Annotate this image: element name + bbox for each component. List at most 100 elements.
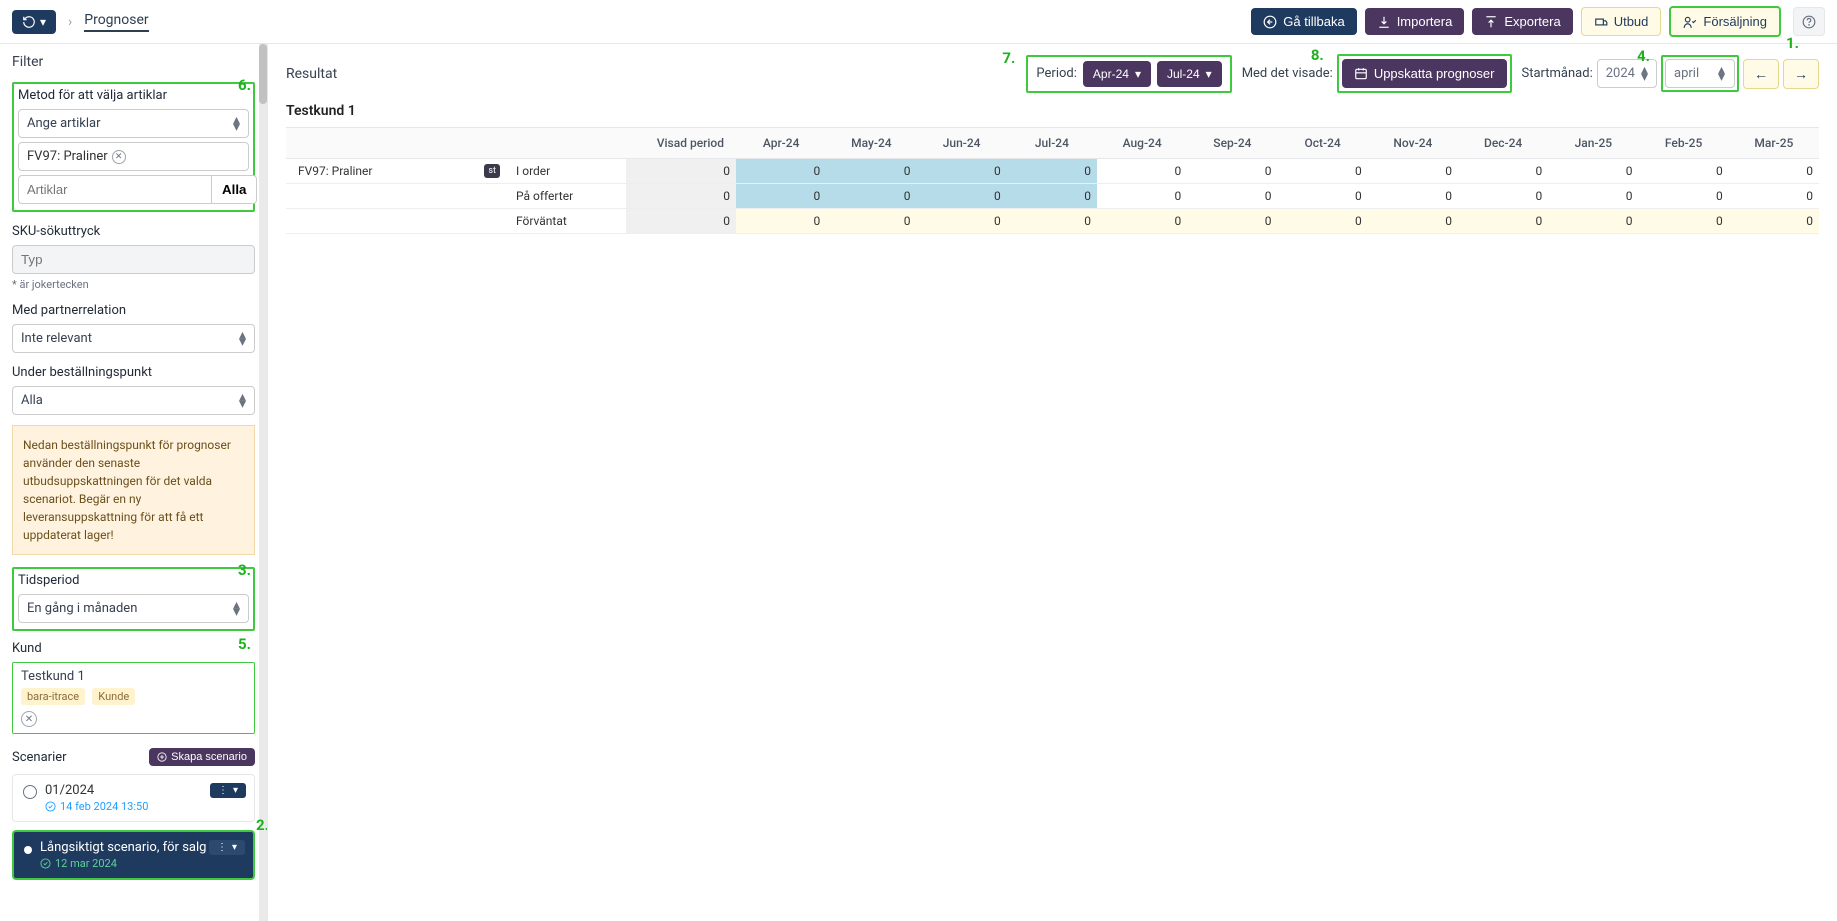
partner-value: Inte relevant — [21, 331, 92, 346]
grid-cell: 0 — [1007, 159, 1097, 184]
estimate-forecast-button[interactable]: Uppskatta prognoser — [1342, 59, 1507, 88]
grid-cell[interactable]: 0 — [1278, 209, 1368, 234]
grid-article-cell: FV97: Praliner st — [286, 159, 506, 184]
grid-cell: 0 — [1278, 159, 1368, 184]
filter-heading: Filter — [12, 54, 255, 70]
grid-cell: 0 — [1097, 159, 1187, 184]
grid-cell: 0 — [1458, 184, 1548, 209]
grid-cell: 0 — [1729, 159, 1819, 184]
grid-cell-visad: 0 — [626, 159, 736, 184]
prev-month-button[interactable]: ← — [1743, 59, 1779, 89]
period-to-button[interactable]: Jul-24 ▾ — [1157, 61, 1222, 87]
grid-cell: 0 — [1639, 159, 1729, 184]
go-back-button[interactable]: Gå tillbaka — [1251, 8, 1356, 35]
sidebar-scrollbar[interactable] — [259, 44, 267, 921]
alla-button[interactable]: Alla — [211, 175, 257, 204]
sales-button[interactable]: Försäljning — [1669, 6, 1781, 37]
year-value: 2024 — [1606, 66, 1635, 81]
grid-cell[interactable]: 0 — [736, 209, 826, 234]
next-month-button[interactable]: → — [1783, 59, 1819, 89]
create-scenario-label: Skapa scenario — [171, 751, 247, 763]
callout-7: 7. — [1002, 49, 1015, 67]
below-value: Alla — [21, 393, 43, 408]
grid-cell: 0 — [917, 184, 1007, 209]
scenario-item-2-selected[interactable]: Långsiktigt scenario, för salg 12 mar 20… — [12, 830, 255, 880]
month-select[interactable]: april ▴▾ — [1665, 59, 1735, 88]
supply-button[interactable]: Utbud — [1581, 7, 1662, 36]
grid-cell[interactable]: 0 — [917, 209, 1007, 234]
result-heading: Resultat — [286, 66, 337, 82]
radio-selected-icon — [24, 846, 32, 854]
import-button[interactable]: Importera — [1365, 8, 1465, 35]
month-highlight: april ▴▾ — [1661, 55, 1739, 92]
updown-icon: ▴▾ — [1718, 67, 1725, 81]
grid-cell: 0 — [1729, 184, 1819, 209]
scenario-1-menu[interactable]: ⋮ ▾ — [210, 783, 246, 798]
scenarios-label: Scenarier — [12, 750, 67, 765]
grid-header-blank — [506, 128, 626, 159]
kund-remove-icon[interactable]: ✕ — [21, 711, 37, 727]
artiklar-input[interactable] — [18, 175, 211, 204]
kund-tag-1: bara-itrace — [21, 688, 85, 705]
export-button[interactable]: Exportera — [1472, 8, 1572, 35]
article-unit-badge: st — [484, 164, 500, 178]
grid-cell: 0 — [826, 159, 916, 184]
grid-cell-visad: 0 — [626, 209, 736, 234]
grid-cell[interactable]: 0 — [1007, 209, 1097, 234]
grid-cell: 0 — [1187, 159, 1277, 184]
scenario-item-1[interactable]: 01/2024 14 feb 2024 13:50 ⋮ ▾ — [12, 774, 255, 822]
partner-select[interactable]: Inte relevant ▴▾ — [12, 324, 255, 353]
method-value: Ange artiklar — [27, 116, 101, 131]
period-label: Period: — [1036, 66, 1076, 81]
callout-4: 4. — [1637, 47, 1650, 65]
period-to-label: Jul-24 — [1167, 67, 1200, 81]
period-from-button[interactable]: Apr-24 ▾ — [1083, 61, 1151, 87]
grid-cell: 0 — [1368, 159, 1458, 184]
kund-tag-2: Kunde — [92, 688, 135, 705]
sidebar-scrollbar-thumb[interactable] — [259, 44, 267, 104]
updown-icon: ▴▾ — [233, 602, 240, 616]
method-select[interactable]: Ange artiklar ▴▾ — [18, 109, 249, 138]
grid-cell: 0 — [1368, 184, 1458, 209]
grid-cell[interactable]: 0 — [1187, 209, 1277, 234]
article-name: FV97: Praliner — [298, 164, 372, 178]
med-label: Med det visade: — [1242, 66, 1333, 81]
grid-cell[interactable]: 0 — [1458, 209, 1548, 234]
below-select[interactable]: Alla ▴▾ — [12, 386, 255, 415]
history-back-button[interactable]: ▾ — [12, 10, 56, 34]
grid-cell: 0 — [736, 184, 826, 209]
grid-cell[interactable]: 0 — [1548, 209, 1638, 234]
grid-row-label: Förväntat — [506, 209, 626, 234]
grid-header-month: Aug-24 — [1097, 128, 1187, 159]
grid-header-month: Dec-24 — [1458, 128, 1548, 159]
article-tag-label: FV97: Praliner — [27, 149, 108, 164]
grid-cell: 0 — [1548, 184, 1638, 209]
remove-article-icon[interactable]: ✕ — [112, 150, 126, 164]
timeperiod-select[interactable]: En gång i månaden ▴▾ — [18, 594, 249, 623]
kund-select-box[interactable]: Testkund 1 bara-itrace Kunde ✕ — [12, 662, 255, 734]
grid-cell: 0 — [917, 159, 1007, 184]
grid-cell: 0 — [1278, 184, 1368, 209]
sku-input[interactable] — [12, 245, 255, 274]
grid-cell[interactable]: 0 — [1639, 209, 1729, 234]
grid-header-month: Jun-24 — [917, 128, 1007, 159]
chevron-down-icon: ▾ — [40, 15, 46, 29]
grid-cell[interactable]: 0 — [826, 209, 916, 234]
grid-cell[interactable]: 0 — [1729, 209, 1819, 234]
page-title: Prognoser — [84, 12, 148, 32]
customer-heading: Testkund 1 — [286, 103, 1819, 119]
grid-cell: 0 — [1187, 184, 1277, 209]
scenario-2-menu[interactable]: ⋮ ▾ — [209, 840, 245, 855]
kund-label: Kund — [12, 641, 255, 656]
timeperiod-label: Tidsperiod — [18, 573, 249, 588]
grid-cell: 0 — [1548, 159, 1638, 184]
create-scenario-button[interactable]: Skapa scenario — [149, 748, 255, 766]
grid-header-month: May-24 — [826, 128, 916, 159]
radio-unselected-icon[interactable] — [23, 785, 37, 799]
grid-cell[interactable]: 0 — [1097, 209, 1187, 234]
estimate-highlight: Uppskatta prognoser — [1337, 54, 1512, 93]
help-button[interactable] — [1793, 7, 1825, 36]
period-group-highlight: Period: Apr-24 ▾ Jul-24 ▾ — [1026, 55, 1231, 93]
import-label: Importera — [1397, 14, 1453, 29]
grid-cell[interactable]: 0 — [1368, 209, 1458, 234]
